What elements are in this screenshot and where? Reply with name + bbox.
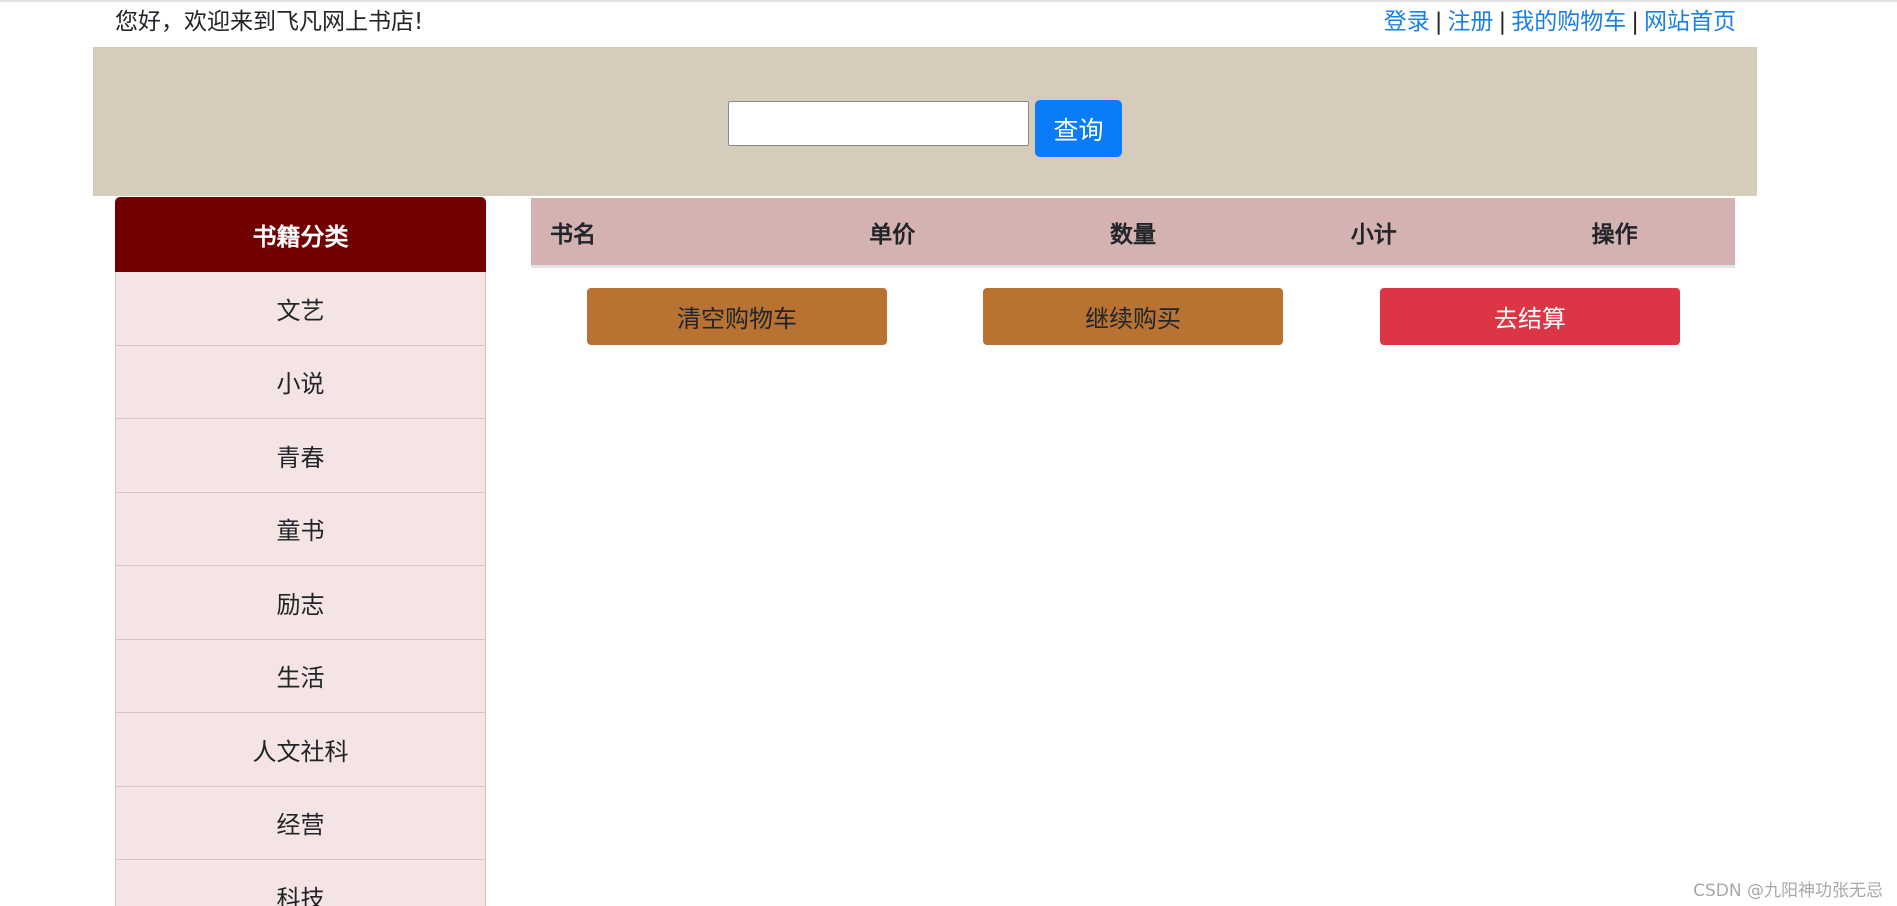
category-item-qingchun[interactable]: 青春 — [115, 419, 486, 493]
category-item-xiaoshuo[interactable]: 小说 — [115, 345, 486, 419]
column-header-quantity: 数量 — [1109, 221, 1156, 248]
link-separator: | — [1498, 9, 1507, 35]
continue-shopping-button[interactable]: 继续购买 — [983, 288, 1283, 345]
search-input[interactable] — [728, 101, 1029, 146]
clear-cart-button[interactable]: 清空购物车 — [587, 288, 887, 345]
category-item-tongshu[interactable]: 童书 — [115, 492, 486, 566]
link-separator: | — [1631, 9, 1639, 35]
category-item-jingying[interactable]: 经营 — [115, 786, 486, 860]
column-header-subtotal: 小计 — [1350, 221, 1397, 248]
category-item-keji[interactable]: 科技 — [115, 860, 486, 906]
column-header-title: 书名 — [550, 221, 596, 248]
top-nav-links: 登录 | 注册 | 我的购物车 | 网站首页 — [1384, 6, 1736, 38]
welcome-greeting: 您好，欢迎来到飞凡网上书店! — [115, 9, 424, 35]
sidebar-title: 书籍分类 — [115, 197, 486, 272]
category-item-lizhi[interactable]: 励志 — [115, 566, 486, 640]
watermark: CSDN @九阳神功张无忌 — [1693, 881, 1883, 901]
category-item-shenghuo[interactable]: 生活 — [115, 639, 486, 713]
cart-table-header: 书名 单价 数量 小计 操作 — [531, 198, 1735, 268]
link-separator: | — [1434, 9, 1443, 35]
register-link[interactable]: 注册 — [1448, 9, 1494, 35]
column-header-price: 单价 — [869, 221, 916, 248]
category-item-renwen[interactable]: 人文社科 — [115, 713, 486, 787]
column-header-actions: 操作 — [1591, 221, 1638, 248]
top-rule — [0, 0, 1897, 2]
login-link[interactable]: 登录 — [1384, 9, 1430, 35]
category-sidebar: 书籍分类 文艺 小说 青春 童书 励志 生活 人文社科 经营 科技 — [115, 197, 486, 906]
search-button[interactable]: 查询 — [1035, 100, 1122, 157]
checkout-button[interactable]: 去结算 — [1380, 288, 1680, 345]
search-banner: 查询 — [93, 47, 1757, 196]
home-link[interactable]: 网站首页 — [1644, 9, 1736, 35]
category-item-wenyi[interactable]: 文艺 — [115, 272, 486, 346]
my-cart-link[interactable]: 我的购物车 — [1511, 9, 1626, 35]
